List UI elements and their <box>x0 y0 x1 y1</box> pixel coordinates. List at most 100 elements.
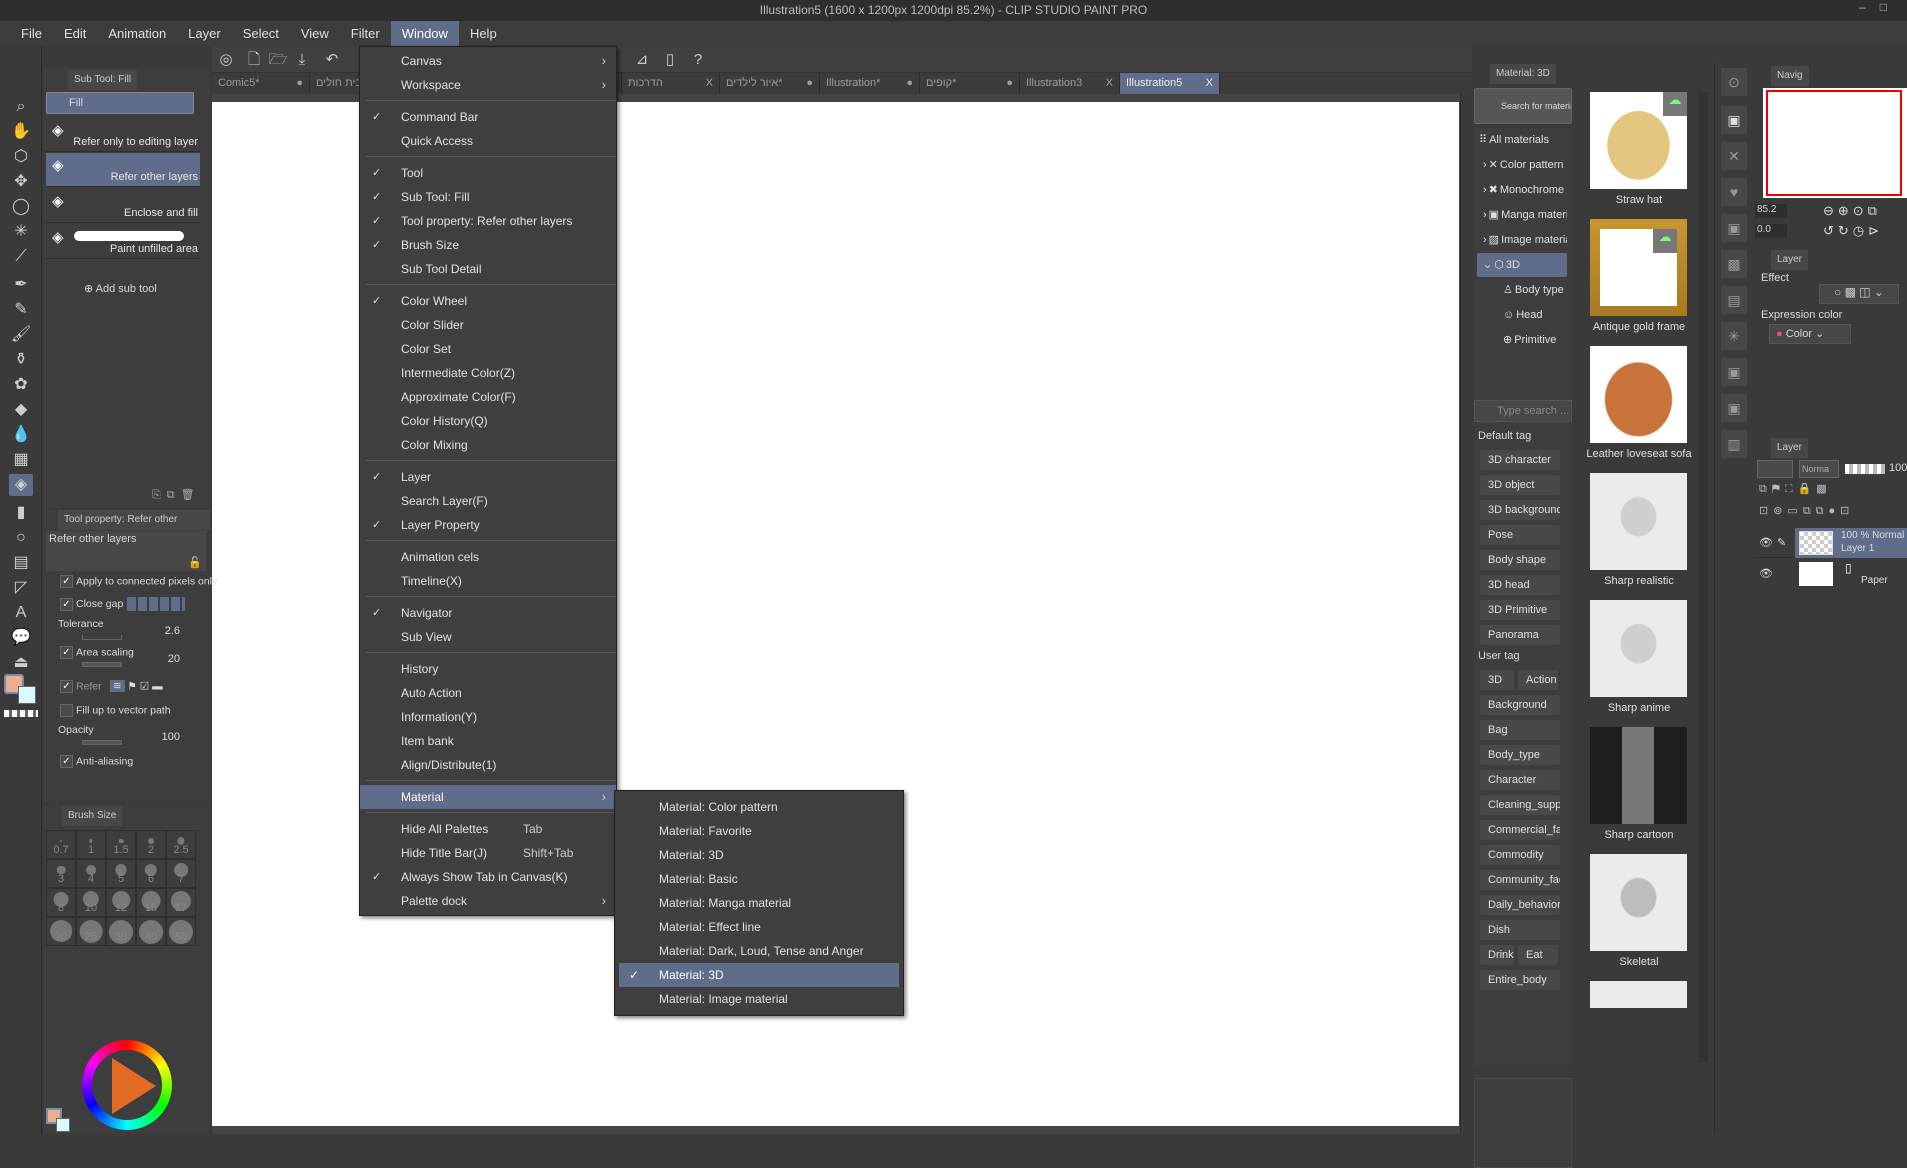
opacity-value[interactable]: 100 <box>162 731 180 743</box>
pen-icon[interactable]: ✒ <box>9 274 33 296</box>
material-search-icon[interactable]: ⊙ <box>1721 68 1747 96</box>
menu-animation[interactable]: Animation <box>97 21 177 46</box>
navigator-tab[interactable]: Navig <box>1771 66 1809 86</box>
image-material-icon[interactable]: ▥ <box>1721 430 1747 458</box>
open-folder-icon[interactable]: 🗁 <box>268 50 288 69</box>
menu-item-color-wheel[interactable]: ✓ Color Wheel <box>360 289 616 313</box>
blend-mode-dropdown[interactable]: Norma <box>1799 460 1839 478</box>
3d-folder-icon[interactable]: ▣ <box>1721 214 1747 242</box>
blend-icon[interactable]: 💧 <box>9 424 33 446</box>
apply-connected-checkbox[interactable]: ✓ Apply to connected pixels only <box>60 575 217 588</box>
layer-opacity-value[interactable]: 100 <box>1889 462 1907 474</box>
text-icon[interactable]: A <box>9 602 33 624</box>
brush-size-5[interactable]: 5 <box>106 859 136 888</box>
3d-material-icon[interactable]: ▣ <box>1721 394 1747 422</box>
menu-item-color-set[interactable]: Color Set <box>360 337 616 361</box>
menu-item-layer[interactable]: ✓ Layer <box>360 465 616 489</box>
lasso-icon[interactable]: ◯ <box>9 196 33 218</box>
thumbnail-scrollbar[interactable] <box>1698 92 1708 1062</box>
submenu-item-material-basic[interactable]: Material: Basic <box>619 867 899 891</box>
brush-size-0-7[interactable]: 0.7 <box>46 830 76 859</box>
menu-item-color-history-q[interactable]: Color History(Q) <box>360 409 616 433</box>
material-thumbnail-leather-loveseat-sofa[interactable] <box>1590 346 1687 443</box>
brush-size-15[interactable]: 15 <box>136 888 166 917</box>
submenu-item-material-effect-line[interactable]: Material: Effect line <box>619 915 899 939</box>
layer-property-tab[interactable]: Layer <box>1771 250 1809 270</box>
visibility-eye-icon[interactable]: 👁 <box>1759 536 1773 549</box>
maximize-button[interactable]: □ <box>1880 0 1901 14</box>
tool-property-tab[interactable]: Tool property: Refer other layers <box>58 510 210 545</box>
layer-opacity-slider[interactable] <box>1845 464 1885 474</box>
zoom-controls[interactable]: ⊖⊕⊙⧉ <box>1823 203 1881 219</box>
rotate-controls[interactable]: ↺↻◷⊳ <box>1823 223 1883 239</box>
effect-line-icon[interactable]: ✳ <box>1721 322 1747 350</box>
basic-icon[interactable]: ▩ <box>1721 250 1747 278</box>
manga-icon[interactable]: ▤ <box>1721 286 1747 314</box>
tab-monkeys[interactable]: קופים* ● <box>920 73 1020 94</box>
menu-edit[interactable]: Edit <box>53 21 97 46</box>
eyedropper-icon[interactable]: ⟋ <box>9 246 33 268</box>
navigator-preview[interactable] <box>1763 88 1907 198</box>
save-icon[interactable]: ⤓ <box>292 50 312 69</box>
close-gap-level[interactable] <box>127 597 186 611</box>
3d-operation-icon[interactable]: ⬡ <box>9 146 33 168</box>
menu-item-tool[interactable]: ✓ Tool <box>360 161 616 185</box>
airbrush-icon[interactable]: ⚱ <box>9 349 33 371</box>
tab-close-icon[interactable]: X <box>706 73 713 94</box>
layer-row-layer1[interactable]: 👁 ✎ 100 % Normal Layer 1 <box>1753 528 1907 558</box>
color-pattern-icon[interactable]: ✕ <box>1721 142 1747 170</box>
clip-studio-icon[interactable]: ◎ <box>216 50 236 69</box>
magic-wand-icon[interactable]: ✳ <box>9 221 33 243</box>
tab-tutorials[interactable]: הדרכות X <box>622 73 720 94</box>
brush-size-12[interactable]: 12 <box>106 888 136 917</box>
ruler-tool-icon[interactable]: ◸ <box>9 577 33 599</box>
submenu-item-material-3d[interactable]: Material: 3D <box>619 843 899 867</box>
ruler-icon[interactable]: ⊿ <box>632 50 652 69</box>
menu-item-approximate-color-f[interactable]: Approximate Color(F) <box>360 385 616 409</box>
canvas-scrollbar[interactable] <box>1460 94 1471 1134</box>
submenu-item-material-dark-loud-tense-and-anger[interactable]: Material: Dark, Loud, Tense and Anger <box>619 939 899 963</box>
menu-item-command-bar[interactable]: ✓ Command Bar <box>360 105 616 129</box>
menu-window[interactable]: Window <box>390 21 459 46</box>
area-scaling-checkbox[interactable]: ✓ Area scaling <box>60 646 134 659</box>
menu-select[interactable]: Select <box>232 21 290 46</box>
device-icon[interactable]: ▯ <box>660 50 680 69</box>
tolerance-value[interactable]: 2.6 <box>165 625 180 637</box>
material-thumbnail-sharp-cartoon[interactable] <box>1590 727 1687 824</box>
zoom-icon[interactable]: ⌕ <box>9 96 33 118</box>
lock-icon[interactable]: 🔓 <box>188 556 202 569</box>
transparent-color-swatch[interactable] <box>4 710 38 717</box>
tab-illustration5[interactable]: Illustration5 X <box>1120 73 1220 94</box>
submenu-item-material-manga-material[interactable]: Material: Manga material <box>619 891 899 915</box>
sub-tool-refer-other-layers[interactable]: ◈ Refer other layers <box>46 153 200 187</box>
area-scaling-slider[interactable] <box>82 662 122 667</box>
brush-size-tab[interactable]: Brush Size <box>62 806 123 826</box>
menu-item-animation-cels[interactable]: Animation cels <box>360 545 616 569</box>
view-frame[interactable] <box>1766 90 1902 196</box>
layer-row-paper[interactable]: 👁 ▯ Paper <box>1753 559 1907 589</box>
menu-item-navigator[interactable]: ✓ Navigator <box>360 601 616 625</box>
menu-item-tool-property-refer-other-layers[interactable]: ✓ Tool property: Refer other layers <box>360 209 616 233</box>
menu-item-canvas[interactable]: Canvas › <box>360 49 616 73</box>
submenu-item-material-3d[interactable]: ✓ Material: 3D <box>619 963 899 987</box>
correction-icon[interactable]: ⏏ <box>9 652 33 674</box>
menu-filter[interactable]: Filter <box>340 21 391 46</box>
refer-layers-icon[interactable]: ≋ <box>109 680 125 693</box>
layer-lock-tools[interactable]: ⧉⚑⛶🔒▩ <box>1759 482 1832 496</box>
menu-item-always-show-tab-in-canvas-k[interactable]: ✓ Always Show Tab in Canvas(K) <box>360 865 616 889</box>
material-thumbnail-antique-gold-frame[interactable]: ☁ <box>1590 219 1687 316</box>
add-sub-tool-button[interactable]: ⊕ Add sub tool <box>84 282 157 295</box>
menu-item-palette-dock[interactable]: Palette dock › <box>360 889 616 913</box>
brush-size-3[interactable]: 3 <box>46 859 76 888</box>
menu-item-item-bank[interactable]: Item bank <box>360 729 616 753</box>
menu-item-hide-all-palettes[interactable]: Hide All Palettes Tab <box>360 817 616 841</box>
brush-size-2[interactable]: 2 <box>136 830 166 859</box>
color-wheel-ring[interactable] <box>82 1040 172 1130</box>
layer-color-dropdown[interactable] <box>1757 460 1793 478</box>
tab-illustration3[interactable]: Illustration3 X <box>1020 73 1120 94</box>
sub-tool-actions[interactable]: ⎘⧉🗑 <box>152 488 201 502</box>
sub-color-chip[interactable] <box>56 1118 70 1132</box>
mesh-icon[interactable]: ▦ <box>9 449 33 471</box>
material-thumbnail-sharp-realistic[interactable] <box>1590 473 1687 570</box>
expression-color-dropdown[interactable]: ● Color ⌄ <box>1769 324 1851 344</box>
